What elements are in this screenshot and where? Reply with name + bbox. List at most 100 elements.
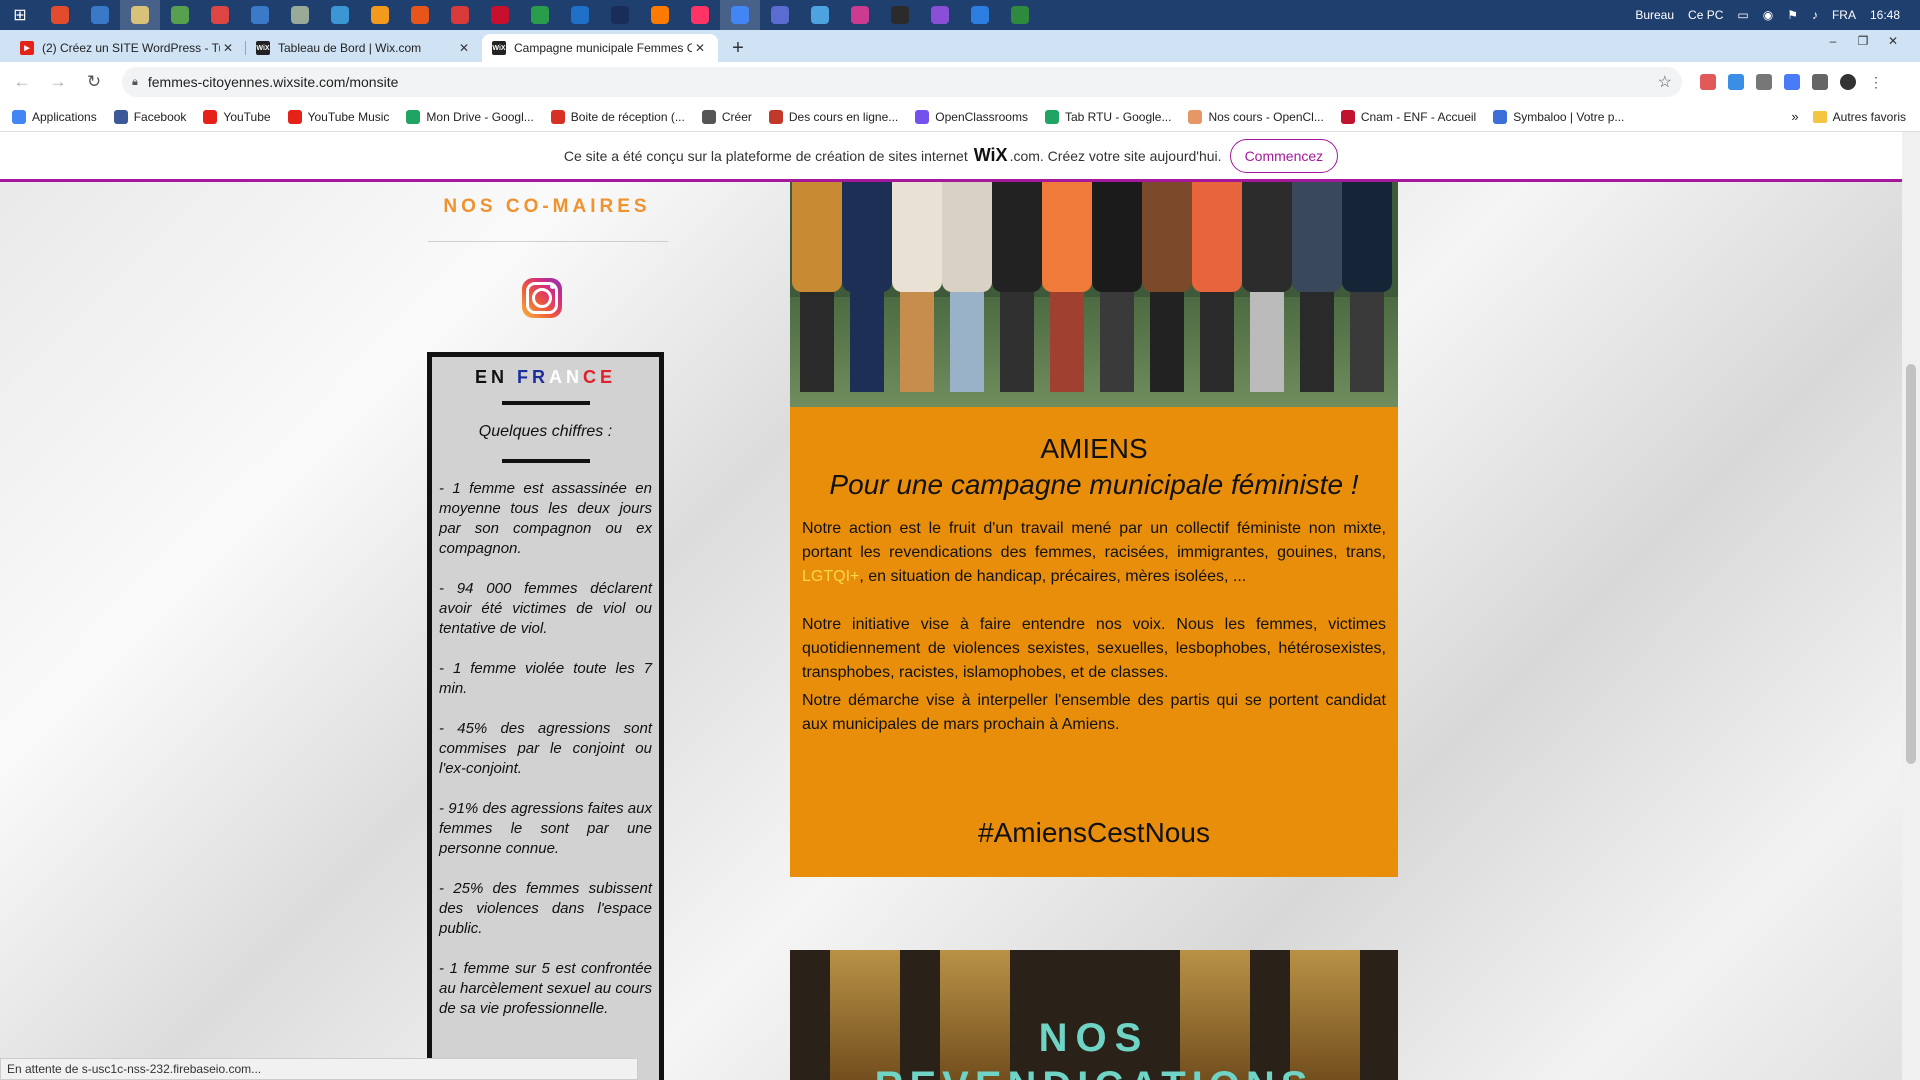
statistics-box: EN FRANCE Quelques chiffres : - 1 femme … [427, 352, 664, 1080]
bookmark-item[interactable]: Des cours en ligne... [768, 109, 898, 124]
bookmark-star-icon[interactable]: ☆ [1658, 72, 1672, 92]
taskbar-app-icon[interactable] [560, 0, 600, 30]
taskbar-app-icon[interactable] [440, 0, 480, 30]
taskbar-app-icon[interactable] [40, 0, 80, 30]
bookmark-favicon-icon [1340, 109, 1355, 124]
instagram-icon[interactable] [522, 278, 562, 318]
bookmark-label: YouTube [223, 109, 271, 124]
extension-icon[interactable] [1700, 74, 1716, 90]
bookmark-item[interactable]: YouTube [203, 109, 271, 124]
fact-item: - 1 femme violée toute les 7 min. [439, 660, 652, 697]
wix-logo: WiX [973, 145, 1008, 165]
wix-ad-banner: Ce site a été conçu sur la plateforme de… [0, 132, 1902, 182]
close-window-icon[interactable]: ✕ [1878, 30, 1908, 52]
bookmark-item[interactable]: Cnam - ENF - Accueil [1340, 109, 1476, 124]
menu-icon[interactable]: ⋮ [1868, 74, 1884, 90]
toolbar-desktop-label[interactable]: Bureau [1635, 8, 1674, 22]
bookmark-item[interactable]: Nos cours - OpenCl... [1188, 109, 1324, 124]
taskbar-app-icon[interactable] [640, 0, 680, 30]
tab-wordpress[interactable]: ▶ (2) Créez un SITE WordPress - Tu ✕ [10, 34, 246, 62]
bookmark-label: Applications [32, 109, 97, 124]
clock[interactable]: 16:48 [1870, 8, 1900, 22]
lock-icon[interactable]: 🔒︎ [132, 76, 138, 89]
url-bar[interactable]: 🔒︎ femmes-citoyennes.wixsite.com/monsite… [122, 67, 1682, 97]
paragraph-text: Notre action est le fruit d'un travail m… [802, 520, 1386, 561]
network-icon[interactable]: ◉ [1763, 8, 1773, 22]
taskbar-app-icon[interactable] [920, 0, 960, 30]
taskbar-app-icon[interactable] [160, 0, 200, 30]
bookmark-item[interactable]: YouTube Music [287, 109, 389, 124]
windows-start-icon[interactable]: ⊞ [0, 0, 40, 30]
bookmark-item[interactable]: Mon Drive - Googl... [406, 109, 534, 124]
extension-icon[interactable] [1756, 74, 1772, 90]
extension-icon[interactable] [1728, 74, 1744, 90]
new-tab-button[interactable]: + [724, 34, 752, 62]
bookmark-item[interactable]: Créer [701, 109, 752, 124]
box-title-ce: CE [583, 367, 617, 387]
close-icon[interactable]: ✕ [220, 41, 236, 55]
bookmark-item[interactable]: Boite de réception (... [550, 109, 685, 124]
browser-tab-strip: ▶ (2) Créez un SITE WordPress - Tu ✕ WiX… [0, 30, 1920, 62]
bookmark-item[interactable]: Applications [12, 109, 97, 124]
taskbar-app-icon[interactable] [120, 0, 160, 30]
taskbar-app-icon[interactable] [680, 0, 720, 30]
taskbar-app-icon[interactable] [800, 0, 840, 30]
battery-icon[interactable]: ▭ [1737, 8, 1748, 22]
taskbar-app-icon[interactable] [240, 0, 280, 30]
paragraph-text: , en situation de handicap, précaires, m… [859, 568, 1247, 585]
fact-item: - 1 femme sur 5 est confrontée au harcèl… [439, 960, 652, 1017]
more-bookmarks-icon[interactable]: » [1791, 109, 1798, 124]
close-icon[interactable]: ✕ [692, 41, 708, 55]
co-maires-heading[interactable]: NOS CO-MAIRES [420, 196, 674, 218]
page-scrollbar[interactable] [1902, 132, 1920, 1080]
wix-icon: WiX [492, 41, 506, 55]
taskbar-app-icon[interactable] [80, 0, 120, 30]
hashtag: #AmiensCestNous [978, 817, 1210, 848]
taskbar-app-icon[interactable] [1000, 0, 1040, 30]
revendications-banner[interactable]: NOS REVENDICATIONS [790, 950, 1398, 1080]
taskbar-app-icon[interactable] [400, 0, 440, 30]
taskbar-app-icon[interactable] [600, 0, 640, 30]
taskbar-app-icon[interactable] [960, 0, 1000, 30]
media-icon[interactable] [1812, 74, 1828, 90]
window-controls: – ❐ ✕ [1818, 30, 1908, 52]
taskbar-app-icon[interactable] [880, 0, 920, 30]
forward-icon[interactable]: → [44, 68, 72, 96]
taskbar-app-icon[interactable] [720, 0, 760, 30]
extension-icon[interactable] [1784, 74, 1800, 90]
taskbar-app-icon[interactable] [520, 0, 560, 30]
url-text[interactable]: femmes-citoyennes.wixsite.com/monsite [148, 74, 399, 90]
other-bookmarks[interactable]: Autres favoris [1812, 109, 1906, 124]
bookmark-item[interactable]: Facebook [113, 109, 186, 124]
flag-icon[interactable]: ⚑ [1787, 8, 1798, 22]
close-icon[interactable]: ✕ [456, 41, 472, 55]
taskbar-app-icon[interactable] [760, 0, 800, 30]
language-indicator[interactable]: FRA [1832, 8, 1856, 22]
taskbar-app-icon[interactable] [480, 0, 520, 30]
profile-avatar[interactable] [1840, 74, 1856, 90]
scrollbar-thumb[interactable] [1906, 364, 1916, 764]
page-viewport: Ce site a été conçu sur la plateforme de… [0, 132, 1920, 1080]
taskbar-app-icon[interactable] [200, 0, 240, 30]
bookmark-item[interactable]: Symbaloo | Votre p... [1493, 109, 1624, 124]
back-icon[interactable]: ← [8, 68, 36, 96]
bookmark-label: Boite de réception (... [570, 109, 685, 124]
tab-campagne[interactable]: WiX Campagne municipale Femmes Cit ✕ [482, 34, 718, 62]
fact-item: - 94 000 femmes déclarent avoir été vict… [439, 580, 652, 637]
reload-icon[interactable]: ↻ [80, 68, 108, 96]
bookmark-item[interactable]: Tab RTU - Google... [1044, 109, 1171, 124]
tab-wix-dashboard[interactable]: WiX Tableau de Bord | Wix.com ✕ [246, 34, 482, 62]
taskbar-app-icon[interactable] [280, 0, 320, 30]
bookmark-favicon-icon [915, 109, 930, 124]
bookmark-favicon-icon [113, 109, 128, 124]
commencez-button[interactable]: Commencez [1229, 138, 1339, 173]
toolbar-pc-label[interactable]: Ce PC [1688, 8, 1723, 22]
taskbar-app-icon[interactable] [360, 0, 400, 30]
volume-icon[interactable]: ♪ [1812, 8, 1818, 22]
other-bookmarks-label: Autres favoris [1832, 109, 1906, 124]
taskbar-app-icon[interactable] [320, 0, 360, 30]
minimize-icon[interactable]: – [1818, 30, 1848, 52]
restore-icon[interactable]: ❐ [1848, 30, 1878, 52]
taskbar-app-icon[interactable] [840, 0, 880, 30]
bookmark-item[interactable]: OpenClassrooms [915, 109, 1028, 124]
